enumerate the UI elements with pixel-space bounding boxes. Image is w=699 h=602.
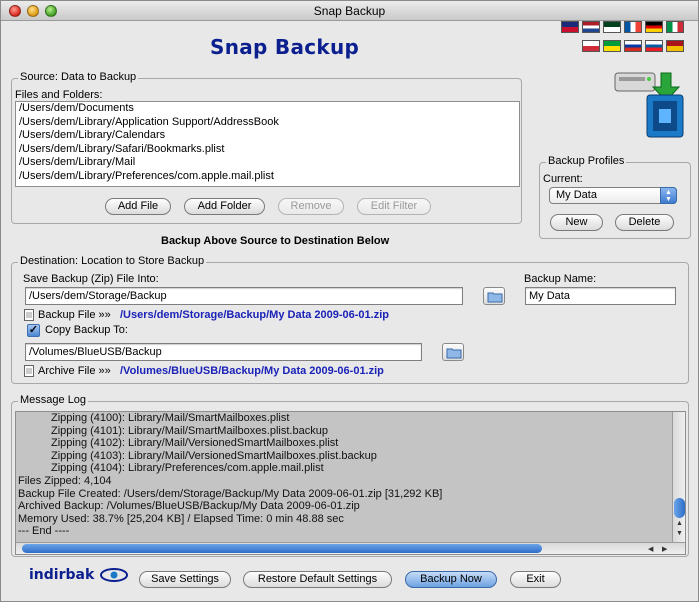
- eye-logo-icon: [100, 568, 129, 582]
- edit-filter-button[interactable]: Edit Filter: [357, 198, 431, 215]
- flag-si-icon[interactable]: [645, 40, 663, 52]
- log-line: Zipping (4100): Library/Mail/SmartMailbo…: [51, 412, 290, 424]
- backup-profiles-label: Backup Profiles: [546, 155, 627, 167]
- flag-nl-icon[interactable]: [582, 21, 600, 33]
- title-bar: Snap Backup: [1, 1, 698, 21]
- exit-button[interactable]: Exit: [510, 571, 561, 588]
- copy-backup-label: Copy Backup To:: [45, 324, 128, 336]
- save-settings-button[interactable]: Save Settings: [139, 571, 231, 588]
- choose-save-folder-button[interactable]: [483, 287, 505, 305]
- profile-select[interactable]: My Data ▲ ▼: [549, 187, 677, 204]
- archive-file-label: Archive File »»: [38, 365, 111, 377]
- log-lines: Zipping (4100): Library/Mail/SmartMailbo…: [16, 412, 672, 538]
- log-line: Archived Backup: /Volumes/BlueUSB/Backup…: [18, 500, 360, 513]
- app-title: Snap Backup: [210, 35, 360, 59]
- log-line: Backup File Created: /Users/dem/Storage/…: [18, 487, 443, 500]
- copy-backup-field[interactable]: /Volumes/BlueUSB/Backup: [25, 343, 422, 361]
- up-down-arrows-icon: ▲ ▼: [660, 187, 677, 204]
- disk-backup-icon: [613, 65, 687, 141]
- list-item[interactable]: /Users/dem/Documents: [16, 102, 519, 116]
- destination-group-label: Destination: Location to Store Backup: [18, 255, 207, 267]
- scroll-down-arrow-icon[interactable]: ▼: [676, 530, 683, 537]
- log-line: --- End ----: [18, 525, 70, 538]
- message-log[interactable]: Zipping (4100): Library/Mail/SmartMailbo…: [15, 411, 686, 555]
- delete-profile-button[interactable]: Delete: [615, 214, 674, 231]
- copy-backup-checkbox[interactable]: ✓: [27, 324, 40, 337]
- log-line: Zipping (4101): Library/Mail/SmartMailbo…: [51, 424, 328, 437]
- list-item[interactable]: /Users/dem/Library/Calendars: [16, 129, 519, 143]
- scroll-right-arrow-icon[interactable]: ▶: [662, 545, 667, 553]
- restore-default-settings-button[interactable]: Restore Default Settings: [243, 571, 392, 588]
- backup-name-label: Backup Name:: [524, 273, 597, 285]
- flag-es-icon[interactable]: [666, 40, 684, 52]
- flag-it-icon[interactable]: [666, 21, 684, 33]
- backup-now-button[interactable]: Backup Now: [405, 571, 497, 588]
- app-window: Snap Backup Snap Backup Source: Data to …: [0, 0, 699, 602]
- source-destination-divider-text: Backup Above Source to Destination Below: [161, 235, 390, 247]
- log-line: Zipping (4104): Library/Preferences/com.…: [51, 462, 324, 475]
- flag-br-icon[interactable]: [603, 40, 621, 52]
- choose-copy-folder-button[interactable]: [442, 343, 464, 361]
- document-icon: [24, 365, 34, 377]
- files-folders-label: Files and Folders:: [15, 89, 103, 101]
- document-icon: [24, 309, 34, 321]
- scroll-left-arrow-icon[interactable]: ◀: [648, 545, 653, 553]
- flag-fr-icon[interactable]: [624, 21, 642, 33]
- add-file-button[interactable]: Add File: [105, 198, 171, 215]
- backup-file-path: /Users/dem/Storage/Backup/My Data 2009-0…: [120, 309, 390, 321]
- folder-icon: [446, 348, 462, 359]
- flag-de-icon[interactable]: [645, 21, 663, 33]
- add-folder-button[interactable]: Add Folder: [184, 198, 265, 215]
- scroll-up-arrow-icon[interactable]: ▲: [676, 520, 683, 527]
- log-line: Files Zipped: 4,104: [18, 474, 112, 487]
- log-line: Zipping (4102): Library/Mail/VersionedSm…: [51, 437, 339, 450]
- new-profile-button[interactable]: New: [550, 214, 603, 231]
- log-horizontal-scrollbar[interactable]: ◀ ▶: [16, 542, 685, 554]
- zoom-window-icon[interactable]: [45, 5, 57, 17]
- list-item[interactable]: /Users/dem/Library/Mail: [16, 156, 519, 170]
- backup-name-field[interactable]: My Data: [525, 287, 676, 305]
- log-line: Memory Used: 38.7% [25,204 KB] / Elapsed…: [18, 512, 344, 525]
- save-into-label: Save Backup (Zip) File Into:: [23, 273, 159, 285]
- flag-kr-icon[interactable]: [582, 40, 600, 52]
- flag-nz-icon[interactable]: [561, 21, 579, 33]
- remove-button[interactable]: Remove: [278, 198, 344, 215]
- brand-logo: indirbak: [29, 567, 129, 583]
- current-profile-label: Current:: [543, 173, 583, 185]
- flag-pk-icon[interactable]: [603, 21, 621, 33]
- log-vertical-scrollbar[interactable]: ▲ ▼: [672, 412, 685, 542]
- files-folders-list[interactable]: /Users/dem/Documents /Users/dem/Library/…: [15, 101, 520, 187]
- flag-ru-icon[interactable]: [624, 40, 642, 52]
- folder-icon: [487, 292, 503, 303]
- close-window-icon[interactable]: [9, 5, 21, 17]
- archive-file-path: /Volumes/BlueUSB/Backup/My Data 2009-06-…: [120, 365, 384, 377]
- log-horizontal-scroll-thumb[interactable]: [22, 544, 542, 553]
- list-item[interactable]: /Users/dem/Library/Preferences/com.apple…: [16, 170, 519, 184]
- brand-text: indirbak: [29, 567, 95, 583]
- minimize-window-icon[interactable]: [27, 5, 39, 17]
- list-item[interactable]: /Users/dem/Library/Application Support/A…: [16, 116, 519, 130]
- profile-select-value: My Data: [556, 189, 597, 201]
- save-into-field[interactable]: /Users/dem/Storage/Backup: [25, 287, 463, 305]
- message-log-label: Message Log: [18, 394, 89, 406]
- source-group-label: Source: Data to Backup: [18, 71, 139, 83]
- log-vertical-scroll-thumb[interactable]: [674, 498, 685, 518]
- window-title: Snap Backup: [313, 4, 386, 18]
- list-item[interactable]: /Users/dem/Library/Safari/Bookmarks.plis…: [16, 143, 519, 157]
- backup-file-label: Backup File »»: [38, 309, 111, 321]
- log-line: Zipping (4103): Library/Mail/VersionedSm…: [51, 449, 377, 462]
